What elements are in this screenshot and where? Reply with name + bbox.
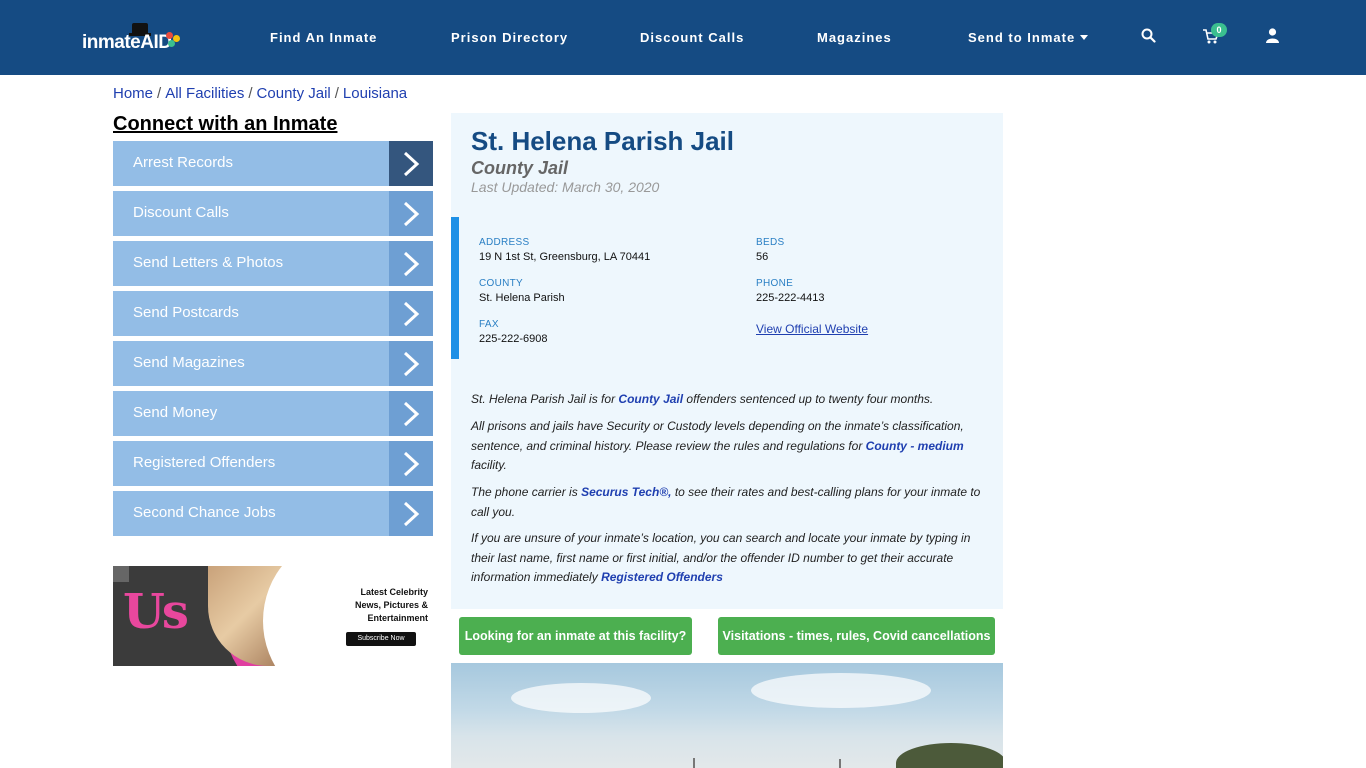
visitation-info-button[interactable]: Visitations - times, rules, Covid cancel… [718,617,995,655]
sidebar-item-arrest-records[interactable]: Arrest Records [113,141,433,186]
ad-corner [113,566,129,582]
sky-cloud [751,673,931,708]
securus-tech-link[interactable]: Securus Tech®, [581,485,671,499]
phone-label: PHONE [756,278,794,289]
inmateaid-logo[interactable]: inmateAID [82,22,182,54]
chevron-right-icon [389,441,433,486]
breadcrumb-home[interactable]: Home [113,85,153,102]
description-paragraph-3: The phone carrier is Securus Tech®, to s… [471,485,981,519]
us-logo: Us [123,584,189,640]
phone-value: 225-222-4413 [756,292,825,304]
beds-label: BEDS [756,237,785,248]
county-jail-link[interactable]: County Jail [618,392,683,406]
breadcrumb-county-jail[interactable]: County Jail [257,85,331,102]
breadcrumb-louisiana[interactable]: Louisiana [343,85,407,102]
sidebar-item-label: Registered Offenders [133,454,276,471]
sidebar-item-send-letters-photos[interactable]: Send Letters & Photos [113,241,433,286]
search-icon[interactable] [1141,28,1156,48]
official-website-link[interactable]: View Official Website [756,322,868,336]
fax-value: 225-222-6908 [479,333,548,345]
nav-magazines[interactable]: Magazines [817,30,892,45]
sidebar-item-send-money[interactable]: Send Money [113,391,433,436]
info-accent-bar [451,217,459,359]
top-navbar: inmateAID Find An Inmate Prison Director… [0,0,1366,75]
sidebar-item-second-chance-jobs[interactable]: Second Chance Jobs [113,491,433,536]
sidebar-item-send-magazines[interactable]: Send Magazines [113,341,433,386]
description-paragraph-4: If you are unsure of your inmate’s locat… [471,531,971,584]
registered-offenders-link[interactable]: Registered Offenders [601,570,723,584]
facility-type: County Jail [471,158,569,178]
sidebar-item-label: Second Chance Jobs [133,504,276,521]
chevron-right-icon [389,191,433,236]
facility-title: St. Helena Parish Jail [471,126,735,156]
county-label: COUNTY [479,278,524,289]
find-inmate-at-facility-button[interactable]: Looking for an inmate at this facility? [459,617,692,655]
sidebar-item-send-postcards[interactable]: Send Postcards [113,291,433,336]
caret-down-icon [1080,35,1089,40]
logo-text: inmateAID [82,32,172,53]
breadcrumb-all-facilities[interactable]: All Facilities [165,85,244,102]
chevron-right-icon [389,241,433,286]
sidebar-item-label: Arrest Records [133,154,234,171]
ad-subscribe-button[interactable]: Subscribe Now [346,632,416,646]
logo-dots-icon [166,32,180,48]
sidebar-item-label: Send Magazines [133,354,245,371]
last-updated: Last Updated: March 30, 2020 [471,179,660,195]
chevron-right-icon [389,491,433,536]
ad-headline: Latest Celebrity News, Pictures & Entertai… [354,587,428,623]
description-paragraph-2: All prisons and jails have Security or C… [471,419,964,472]
sidebar-item-label: Send Money [133,404,218,421]
street-tree [896,743,1003,768]
sky-cloud [511,683,651,713]
cart-count-badge: 0 [1211,23,1227,37]
user-icon[interactable] [1266,28,1279,48]
chevron-right-icon [389,391,433,436]
connect-heading: Connect with an Inmate [113,113,338,135]
beds-value: 56 [756,251,769,263]
nav-discount-calls[interactable]: Discount Calls [640,30,744,45]
sidebar-item-label: Send Letters & Photos [133,254,284,271]
fax-label: FAX [479,319,499,330]
chevron-right-icon [389,291,433,336]
sidebar-item-registered-offenders[interactable]: Registered Offenders [113,441,433,486]
description-paragraph-1: St. Helena Parish Jail is for County Jai… [471,392,934,406]
chevron-right-icon [389,341,433,386]
address-label: ADDRESS [479,237,530,248]
nav-send-to-inmate[interactable]: Send to Inmate [968,30,1089,45]
us-weekly-ad-banner[interactable]: Us Latest Celebrity News, Pictures & Enter… [113,566,433,666]
sidebar-item-label: Discount Calls [133,204,229,221]
chevron-right-icon [389,141,433,186]
county-medium-link[interactable]: County - medium [866,439,964,453]
breadcrumb: Home / All Facilities / County Jail / Louisian… [113,85,408,102]
county-value: St. Helena Parish [479,292,565,304]
sidebar-item-discount-calls[interactable]: Discount Calls [113,191,433,236]
facility-street-view-image [451,663,1003,768]
nav-prison-directory[interactable]: Prison Directory [451,30,568,45]
sidebar-item-label: Send Postcards [133,304,239,321]
street-pole [839,759,841,768]
nav-find-an-inmate[interactable]: Find An Inmate [270,30,377,45]
street-pole [693,758,695,768]
address-value: 19 N 1st St, Greensburg, LA 70441 [479,251,651,263]
